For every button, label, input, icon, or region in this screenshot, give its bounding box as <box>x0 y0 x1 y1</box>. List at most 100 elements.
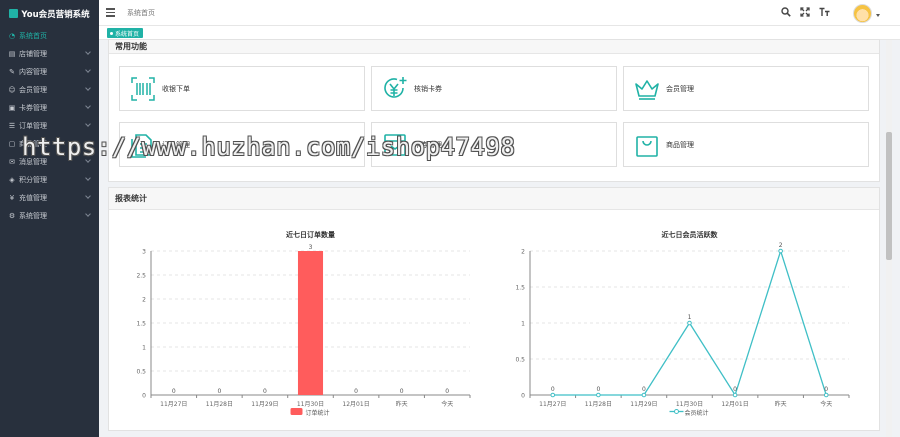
data-label: 0 <box>217 388 221 395</box>
sidebar-item-gear[interactable]: ⚙ 系统管理 <box>0 207 99 225</box>
sidebar-item-dashboard[interactable]: ◔ 系统首页 <box>0 27 99 45</box>
fullscreen-icon[interactable] <box>800 7 810 20</box>
x-tick-label: 11月30日 <box>676 401 703 408</box>
sidebar-item-edit[interactable]: ✎ 内容管理 <box>0 63 99 81</box>
tab-dot-icon <box>110 31 113 35</box>
legend-marker <box>674 409 679 414</box>
quick-card-label: 会员管理 <box>666 84 694 93</box>
sidebar-item-list[interactable]: ☰ 订单管理 <box>0 117 99 135</box>
sidebar-item-message[interactable]: ✉ 消息管理 <box>0 153 99 171</box>
chevron-down-icon <box>85 139 91 145</box>
user-icon: ☺ <box>8 86 16 94</box>
chevron-down-icon <box>85 67 91 73</box>
sidebar-item-recharge[interactable]: ¥ 充值管理 <box>0 189 99 207</box>
sidebar-item-goods[interactable]: ▢ 商品管理 <box>0 135 99 153</box>
quick-functions-panel: 常用功能 收银下单 核销卡券 会员管理 订单管理 卡券管理 商品管理 <box>108 39 880 182</box>
x-tick-label: 11月30日 <box>297 401 324 408</box>
x-tick-label: 11月27日 <box>539 401 566 408</box>
document-icon <box>131 133 152 158</box>
tab-home[interactable]: 系统首页 <box>107 28 144 38</box>
data-point <box>550 392 556 398</box>
goods-icon: ▢ <box>8 140 16 148</box>
x-tick-label: 今天 <box>441 400 453 408</box>
y-tick-label: 1 <box>142 345 146 352</box>
y-tick-label: 2 <box>521 249 525 256</box>
yuan-icon <box>384 76 407 98</box>
search-icon[interactable] <box>781 7 791 20</box>
sidebar-item-label: 积分管理 <box>19 176 47 184</box>
quick-card-verify-coupon[interactable]: 核销卡券 <box>371 66 617 111</box>
quick-card-members[interactable]: 会员管理 <box>623 66 869 111</box>
list-icon: ☰ <box>8 122 16 130</box>
crown-icon <box>635 79 659 100</box>
quick-card-label: 商品管理 <box>666 140 694 149</box>
shop-icon: ▤ <box>8 50 16 58</box>
y-tick-label: 2 <box>142 297 146 304</box>
x-tick-label: 11月28日 <box>206 401 233 408</box>
orders-chart: 近七日订单数量 0 0.5 1 1.5 2 2.5 3 11月27日 11月28日 11月29日 11… <box>136 230 471 417</box>
data-point <box>778 248 783 254</box>
data-point <box>687 320 692 326</box>
data-point <box>823 392 829 398</box>
card-icon: ▣ <box>8 104 16 112</box>
page-scrollbar[interactable] <box>886 40 892 437</box>
chevron-down-icon <box>85 103 91 109</box>
chart-title: 近七日会员活跃数 <box>662 230 719 239</box>
y-tick-label: 0 <box>142 393 146 400</box>
sidebar-item-label: 充值管理 <box>19 194 47 202</box>
quick-card-label: 核销卡券 <box>414 84 442 93</box>
x-tick-label: 11月29日 <box>251 401 278 408</box>
x-tick-label: 今天 <box>820 400 832 408</box>
quick-card-label: 收银下单 <box>162 84 190 93</box>
data-label: 0 <box>445 388 449 395</box>
x-tick-label: 昨天 <box>396 400 408 408</box>
data-label: 0 <box>551 386 555 393</box>
sidebar-item-label: 系统管理 <box>19 212 47 220</box>
stats-title: 报表统计 <box>109 188 879 210</box>
quick-card-cashier[interactable]: 收银下单 <box>119 66 365 111</box>
tab-label: 系统首页 <box>115 30 140 38</box>
menu-toggle-icon[interactable] <box>106 8 115 19</box>
quick-card-orders[interactable]: 订单管理 <box>119 122 365 167</box>
scrollbar-thumb[interactable] <box>886 132 892 260</box>
data-label: 0 <box>596 386 600 393</box>
quick-functions-title: 常用功能 <box>109 40 879 54</box>
font-size-icon[interactable] <box>819 7 830 20</box>
sidebar-item-label: 店铺管理 <box>19 50 47 58</box>
sidebar-item-shop[interactable]: ▤ 店铺管理 <box>0 45 99 63</box>
data-point <box>641 392 647 398</box>
tab-bar: 系统首页 <box>99 26 900 40</box>
legend-label: 订单统计 <box>306 409 330 417</box>
quick-card-goods[interactable]: 商品管理 <box>623 122 869 167</box>
sidebar-item-user[interactable]: ☺ 会员管理 <box>0 81 99 99</box>
x-tick-label: 11月28日 <box>585 401 612 408</box>
y-tick-label: 1.5 <box>136 321 146 328</box>
data-label: 0 <box>642 386 646 393</box>
quick-card-label: 卡券管理 <box>414 140 442 149</box>
gear-icon: ⚙ <box>8 212 16 220</box>
quick-card-coupons[interactable]: 卡券管理 <box>371 122 617 167</box>
sidebar-item-card[interactable]: ▣ 卡券管理 <box>0 99 99 117</box>
data-label: 1 <box>688 314 692 321</box>
y-tick-label: 1 <box>521 321 525 328</box>
data-label: 0 <box>733 386 737 393</box>
x-tick-label: 12月01日 <box>721 401 748 408</box>
y-tick-label: 0.5 <box>515 357 525 364</box>
y-tick-label: 2.5 <box>136 273 146 280</box>
chevron-down-icon <box>85 193 91 199</box>
sidebar-item-label: 订单管理 <box>19 122 47 130</box>
sidebar-item-points[interactable]: ◈ 积分管理 <box>0 171 99 189</box>
data-point <box>596 392 601 398</box>
data-label: 2 <box>779 242 783 249</box>
breadcrumb[interactable]: 系统首页 <box>127 8 155 18</box>
y-tick-label: 0 <box>521 393 525 400</box>
chevron-down-icon[interactable] <box>876 14 880 17</box>
avatar[interactable] <box>853 4 872 23</box>
y-tick-label: 3 <box>142 249 146 256</box>
sidebar: You会员营销系统 ◔ 系统首页 ▤ 店铺管理 ✎ 内容管理 ☺ 会员管理 ▣ 卡券管理 ☰ 订单管理… <box>0 0 99 437</box>
sidebar-item-label: 消息管理 <box>19 158 47 166</box>
legend-swatch <box>290 408 303 415</box>
logo-icon <box>9 9 19 18</box>
data-label: 3 <box>309 244 313 251</box>
chevron-down-icon <box>85 49 91 55</box>
